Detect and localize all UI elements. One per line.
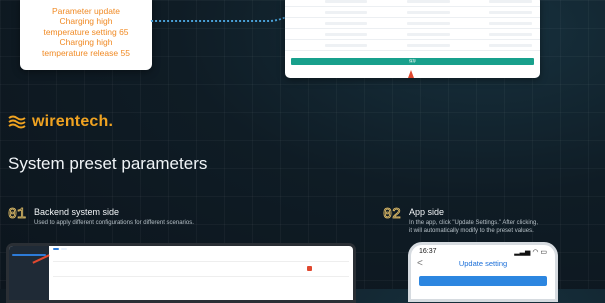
table-row (285, 18, 540, 29)
table-header (53, 253, 349, 262)
table-row (285, 0, 540, 7)
step-title: Backend system side (34, 207, 120, 217)
tab[interactable] (61, 248, 67, 250)
parameter-update-card: Parameter update Charging high temperatu… (20, 0, 152, 70)
step-description: In the app, click "Update Settings." Aft… (409, 220, 538, 235)
status-time: 16:37 (419, 248, 437, 255)
table-row (285, 40, 540, 51)
status-bar: 16:37 ▂▃▅ ◠ ▭ (411, 245, 555, 256)
pointer-arrow-icon (408, 70, 414, 78)
brand-name: wirentech. (32, 113, 114, 130)
admin-sidebar (9, 246, 49, 300)
brand-logo: wirentech. (8, 113, 113, 131)
preset-option-button[interactable] (419, 276, 547, 286)
step-description: Used to apply different configurations f… (34, 220, 194, 226)
backend-settings-screenshot: 保存 (285, 0, 540, 78)
step-number: 01 (8, 206, 27, 223)
admin-main (49, 246, 353, 300)
card-line: temperature setting 65 (43, 26, 129, 37)
tab[interactable] (53, 248, 59, 250)
table-row (53, 262, 349, 277)
app-navbar: < Update setting (411, 256, 555, 271)
section-title: System preset parameters (8, 154, 208, 173)
wave-lines-icon (8, 115, 26, 129)
card-line: Charging high (59, 37, 113, 48)
card-line: Charging high (59, 16, 113, 27)
card-line: Parameter update (51, 5, 121, 16)
step-description-line: In the app, click "Update Settings." Aft… (409, 220, 539, 226)
laptop-screen (9, 246, 353, 300)
admin-tabs (53, 248, 349, 250)
chevron-left-icon[interactable]: < (417, 258, 437, 269)
step-title: App side (409, 207, 445, 217)
step-app: 02 App side In the app, click "Update Se… (383, 206, 538, 235)
save-button[interactable]: 保存 (291, 58, 534, 65)
page-title: Update setting (458, 259, 508, 268)
step-backend: 01 Backend system side Used to apply dif… (8, 206, 194, 228)
table-row (285, 7, 540, 18)
sidebar-item-active (12, 254, 46, 256)
app-phone-screenshot: 16:37 ▂▃▅ ◠ ▭ < Update setting (408, 242, 558, 302)
card-line: temperature release 55 (42, 47, 130, 58)
delete-icon[interactable] (306, 266, 312, 271)
backend-laptop-screenshot (6, 243, 356, 303)
signal-wifi-battery-icon: ▂▃▅ ◠ ▭ (514, 249, 547, 256)
table-row (285, 29, 540, 40)
step-number: 02 (383, 206, 402, 223)
step-description-line: it will automatically modify to the pres… (409, 227, 534, 234)
